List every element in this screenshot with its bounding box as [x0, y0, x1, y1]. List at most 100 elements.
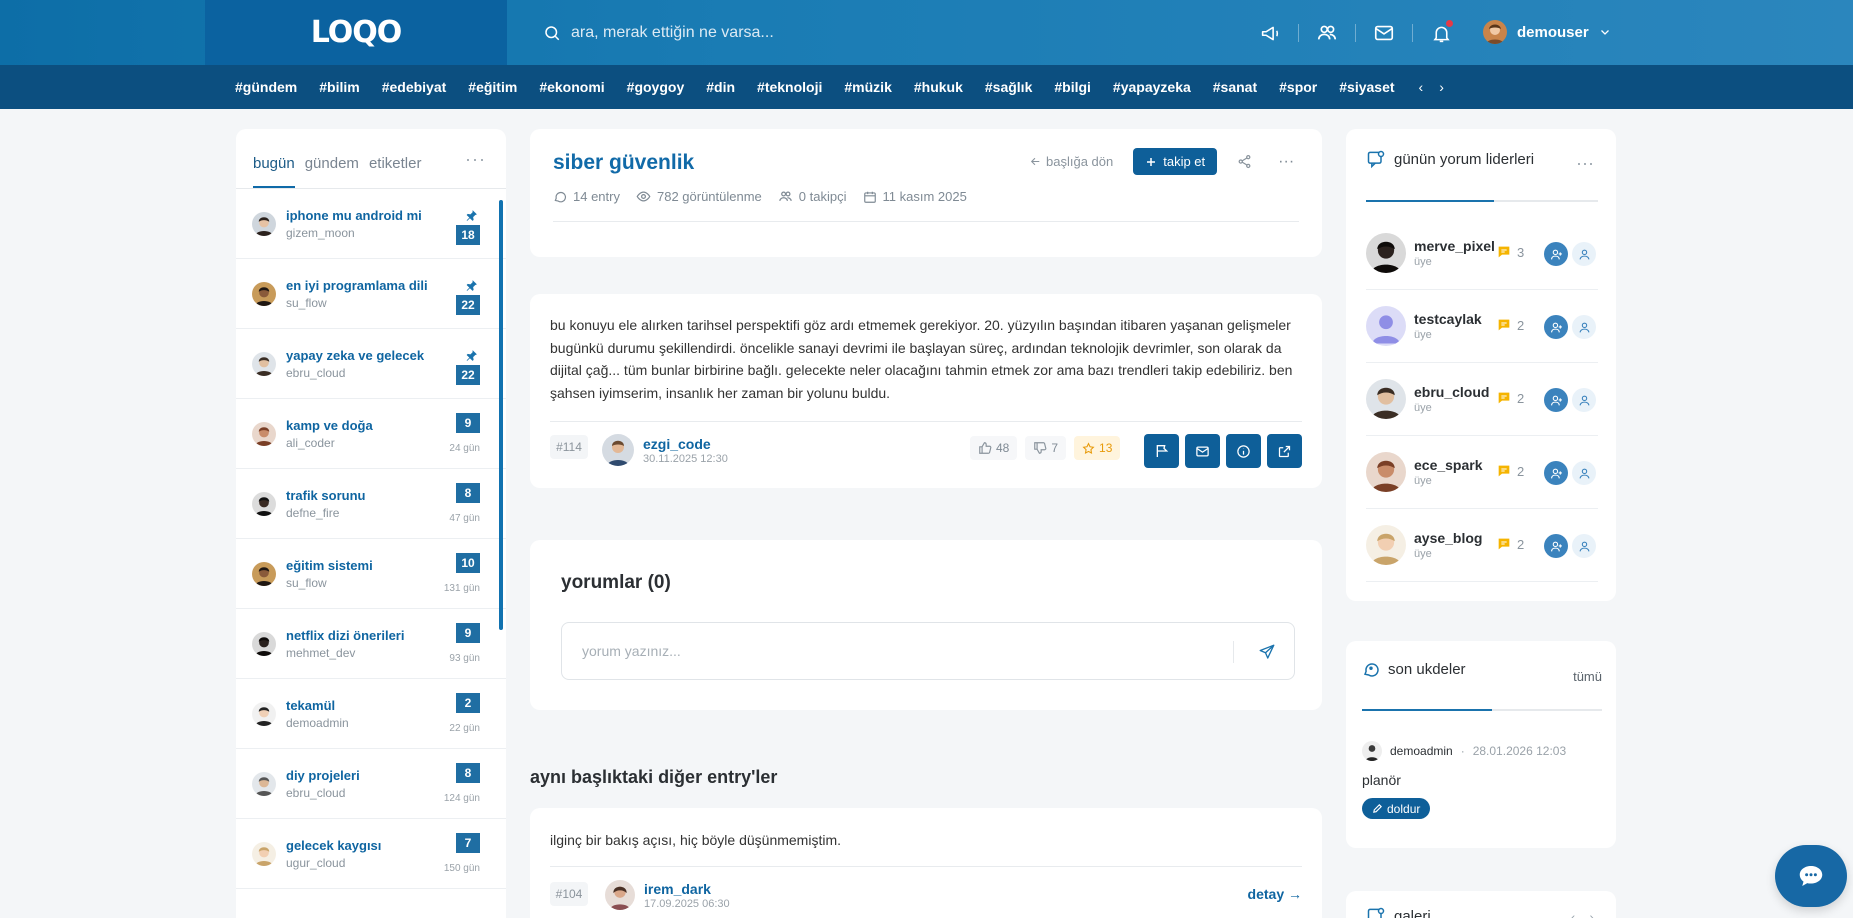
add-friend-button[interactable]	[1544, 461, 1568, 485]
fill-button[interactable]: doldur	[1362, 798, 1431, 819]
search-bar[interactable]: ara, merak ettiğin ne varsa...	[543, 20, 1143, 46]
profile-button[interactable]	[1572, 388, 1596, 412]
back-to-topic-link[interactable]: başlığa dön	[1029, 154, 1113, 169]
more-icon[interactable]: ···	[465, 149, 486, 170]
share-icon[interactable]	[1237, 154, 1252, 169]
tag-link[interactable]: #ekonomi	[539, 79, 604, 95]
follow-button[interactable]: takip et	[1133, 148, 1218, 175]
logo[interactable]: LOQO	[205, 0, 507, 65]
profile-button[interactable]	[1572, 461, 1596, 485]
message-button[interactable]	[1185, 434, 1220, 468]
report-button[interactable]	[1144, 434, 1179, 468]
search-input[interactable]: ara, merak ettiğin ne varsa...	[571, 24, 774, 42]
profile-button[interactable]	[1572, 315, 1596, 339]
topic-title[interactable]: kamp ve doğa	[286, 418, 373, 433]
tag-link[interactable]: #spor	[1279, 79, 1317, 95]
profile-button[interactable]	[1572, 242, 1596, 266]
add-friend-button[interactable]	[1544, 315, 1568, 339]
tab-tags[interactable]: etiketler	[369, 155, 422, 188]
tag-link[interactable]: #sanat	[1213, 79, 1257, 95]
megaphone-icon[interactable]	[1255, 18, 1285, 48]
entry-id[interactable]: #104	[550, 882, 588, 906]
entry-author[interactable]: ezgi_code 30.11.2025 12:30	[602, 434, 728, 466]
topic-title[interactable]: eğitim sistemi	[286, 558, 373, 573]
user-menu[interactable]: demouser	[1483, 20, 1611, 44]
leader-name[interactable]: merve_pixel	[1414, 238, 1495, 254]
scrollbar[interactable]	[499, 200, 503, 630]
favorite-button[interactable]: 13	[1074, 436, 1121, 460]
tag-link[interactable]: #din	[706, 79, 735, 95]
leader-name[interactable]: ayse_blog	[1414, 530, 1482, 546]
tag-link[interactable]: #siyaset	[1339, 79, 1394, 95]
tag-link[interactable]: #sağlık	[985, 79, 1032, 95]
tag-link[interactable]: #teknoloji	[757, 79, 822, 95]
add-friend-button[interactable]	[1544, 388, 1568, 412]
author-name[interactable]: irem_dark	[644, 881, 730, 897]
see-all-link[interactable]: tümü	[1573, 669, 1602, 684]
profile-button[interactable]	[1572, 534, 1596, 558]
entry-id[interactable]: #114	[550, 435, 588, 459]
tags-next-button[interactable]: ›	[1439, 79, 1444, 95]
dislike-button[interactable]: 7	[1025, 436, 1067, 460]
tag-link[interactable]: #müzik	[844, 79, 891, 95]
topic-list-item[interactable]: iphone mu android mi gizem_moon 18	[236, 189, 506, 259]
leader-name[interactable]: ece_spark	[1414, 457, 1483, 473]
tag-link[interactable]: #eğitim	[468, 79, 517, 95]
topic-list-item[interactable]: yapay zeka ve gelecek ebru_cloud 22	[236, 329, 506, 399]
topic-title[interactable]: gelecek kaygısı	[286, 838, 381, 853]
tag-link[interactable]: #bilim	[319, 79, 359, 95]
author-name[interactable]: ezgi_code	[643, 436, 728, 452]
chat-button[interactable]	[1775, 845, 1847, 907]
more-icon[interactable]: ···	[1576, 153, 1594, 174]
detail-link[interactable]: detay →	[1248, 886, 1302, 902]
send-icon[interactable]	[1258, 643, 1276, 661]
ukde-user[interactable]: demoadmin	[1390, 744, 1453, 758]
leader-name[interactable]: ebru_cloud	[1414, 384, 1489, 400]
comment-icon	[1496, 463, 1512, 479]
topic-age: 150 gün	[443, 863, 480, 874]
comment-input[interactable]: yorum yazınız...	[561, 622, 1295, 680]
topic-list-item[interactable]: tekamül demoadmin 22 gün 2	[236, 679, 506, 749]
tab-today[interactable]: bugün	[253, 155, 295, 188]
topic-list-item[interactable]: eğitim sistemi su_flow 131 gün 10	[236, 539, 506, 609]
ukde-word[interactable]: planör	[1362, 772, 1401, 788]
topic-title[interactable]: tekamül	[286, 698, 349, 713]
topic-title[interactable]: trafik sorunu	[286, 488, 365, 503]
topic-title[interactable]: netflix dizi önerileri	[286, 628, 404, 643]
users-icon[interactable]	[1312, 18, 1342, 48]
comment-count-value: 3	[1517, 244, 1525, 260]
topic-list-item[interactable]: en iyi programlama dili su_flow 22	[236, 259, 506, 329]
topic-list-item[interactable]: gelecek kaygısı ugur_cloud 150 gün 7	[236, 819, 506, 889]
topic-author: gizem_moon	[286, 225, 355, 240]
share-button[interactable]	[1267, 434, 1302, 468]
tags-prev-button[interactable]: ‹	[1419, 79, 1424, 95]
mail-icon[interactable]	[1369, 18, 1399, 48]
avatar	[252, 631, 276, 656]
chevron-left-icon[interactable]: ‹	[1571, 909, 1576, 918]
entry-author[interactable]: irem_dark 17.09.2025 06:30	[605, 880, 730, 910]
tag-link[interactable]: #bilgi	[1054, 79, 1091, 95]
bell-icon[interactable]	[1426, 18, 1456, 48]
tag-link[interactable]: #yapayzeka	[1113, 79, 1191, 95]
like-button[interactable]: 48	[970, 436, 1018, 460]
add-friend-button[interactable]	[1544, 242, 1568, 266]
topic-list-item[interactable]: netflix dizi önerileri mehmet_dev 93 gün 9	[236, 609, 506, 679]
tag-link[interactable]: #gündem	[235, 79, 297, 95]
info-button[interactable]	[1226, 434, 1261, 468]
chevron-right-icon[interactable]: ›	[1589, 909, 1594, 918]
topic-title[interactable]: iphone mu android mi	[286, 208, 422, 223]
topic-list-item[interactable]: diy projeleri ebru_cloud 124 gün 8	[236, 749, 506, 819]
tag-link[interactable]: #hukuk	[914, 79, 963, 95]
tab-agenda[interactable]: gündem	[305, 155, 359, 188]
more-icon[interactable]: ···	[1278, 153, 1294, 171]
leader-name[interactable]: testcaylak	[1414, 311, 1482, 327]
topic-info: diy projeleri ebru_cloud	[286, 768, 360, 800]
tag-link[interactable]: #goygoy	[627, 79, 685, 95]
tag-link[interactable]: #edebiyat	[382, 79, 447, 95]
topic-title[interactable]: en iyi programlama dili	[286, 278, 428, 293]
topic-title[interactable]: yapay zeka ve gelecek	[286, 348, 424, 363]
add-friend-button[interactable]	[1544, 534, 1568, 558]
topic-list-item[interactable]: trafik sorunu defne_fire 47 gün 8	[236, 469, 506, 539]
topic-list-item[interactable]: kamp ve doğa ali_coder 24 gün 9	[236, 399, 506, 469]
topic-title[interactable]: diy projeleri	[286, 768, 360, 783]
